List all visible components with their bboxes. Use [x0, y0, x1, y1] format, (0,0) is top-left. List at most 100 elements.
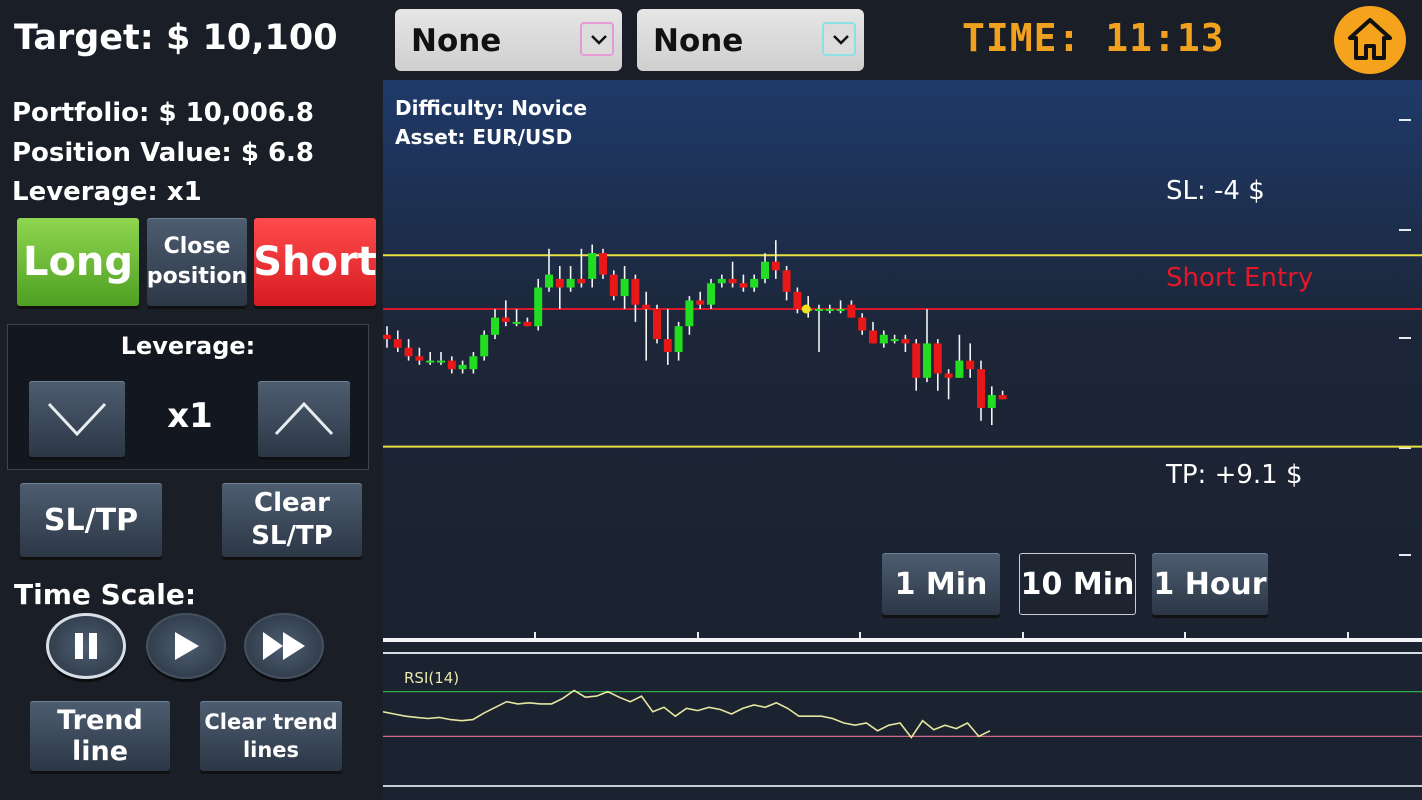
- candle-body: [491, 317, 499, 335]
- timeframe-10min-button[interactable]: 10 Min: [1019, 553, 1136, 615]
- candle-body: [620, 278, 629, 297]
- candle-body: [707, 283, 715, 305]
- dropdown-1-value: None: [411, 23, 502, 59]
- candle-body: [782, 270, 791, 292]
- candle-body: [642, 304, 651, 309]
- candle-body: [555, 278, 564, 288]
- candle-body: [599, 253, 607, 275]
- stop-loss-label: SL: -4 $: [1166, 176, 1265, 206]
- candle-body: [955, 360, 964, 378]
- candle-body: [566, 278, 575, 288]
- candle-body: [847, 304, 856, 318]
- play-button[interactable]: [146, 613, 226, 679]
- leverage-increase-button[interactable]: [258, 381, 350, 457]
- candle-body: [890, 339, 899, 342]
- time-scale-label: Time Scale:: [14, 578, 197, 611]
- chevron-down-icon[interactable]: [822, 22, 856, 56]
- clear-trend-label-1: Clear trend: [204, 710, 338, 734]
- portfolio-value: Portfolio: $ 10,006.8: [12, 98, 314, 128]
- close-position-button[interactable]: Close position: [147, 218, 247, 306]
- target-label: Target: $ 10,100: [14, 18, 338, 58]
- candle-body: [631, 278, 640, 305]
- home-button[interactable]: [1334, 6, 1406, 74]
- home-icon: [1348, 18, 1392, 60]
- candle-body: [944, 373, 953, 378]
- fast-forward-button[interactable]: [244, 613, 324, 679]
- long-button[interactable]: Long: [17, 218, 139, 306]
- chart-canvas: [383, 80, 1422, 800]
- fast-forward-icon: [263, 632, 305, 660]
- chevron-down-icon[interactable]: [580, 22, 614, 56]
- close-label-1: Close: [163, 234, 231, 259]
- divider-gap: [383, 642, 1422, 652]
- candle-body: [998, 395, 1007, 400]
- candle-body: [912, 343, 921, 378]
- timeframe-1min-button[interactable]: 1 Min: [882, 553, 1000, 615]
- candle-body: [577, 278, 586, 284]
- price-chart[interactable]: [383, 80, 1422, 800]
- candle-body: [458, 364, 467, 370]
- rsi-top-border: [383, 652, 1422, 654]
- candle-body: [977, 369, 985, 408]
- candle-body: [512, 321, 521, 324]
- candle-body: [447, 360, 456, 370]
- candle-body: [674, 326, 683, 352]
- candle-body: [480, 334, 489, 357]
- clear-sltp-label-1: Clear: [254, 488, 330, 518]
- clear-trend-label-2: lines: [242, 738, 300, 762]
- chevron-down-icon: [47, 402, 107, 436]
- indicator-dropdown-1[interactable]: None: [395, 9, 622, 71]
- candle-body: [901, 339, 910, 344]
- candle-body: [545, 274, 553, 288]
- candle-body: [426, 360, 435, 363]
- dropdown-2-value: None: [653, 23, 744, 59]
- difficulty-label: Difficulty: Novice: [395, 96, 588, 120]
- clear-trend-lines-button[interactable]: Clear trend lines: [200, 701, 342, 771]
- short-entry-label: Short Entry: [1166, 263, 1314, 293]
- candle-body: [653, 309, 661, 340]
- candle-body: [437, 360, 445, 363]
- position-value: Position Value: $ 6.8: [12, 138, 315, 168]
- candle-body: [523, 321, 532, 327]
- take-profit-label: TP: +9.1 $: [1166, 460, 1303, 490]
- candle-body: [858, 317, 867, 331]
- candle-body: [404, 347, 413, 357]
- pause-icon: [75, 633, 97, 659]
- candle-body: [739, 283, 748, 288]
- candle-body: [415, 356, 424, 361]
- pause-button[interactable]: [46, 613, 126, 679]
- entry-marker: [801, 304, 811, 314]
- candle-body: [383, 334, 391, 340]
- clear-sl-tp-button[interactable]: Clear SL/TP: [222, 483, 362, 557]
- candle-body: [588, 253, 597, 279]
- candle-body: [966, 360, 975, 370]
- candle-body: [393, 339, 402, 348]
- candle-body: [685, 300, 694, 327]
- candle-body: [663, 339, 672, 352]
- candle-body: [793, 291, 802, 309]
- candle-body: [609, 274, 618, 297]
- leverage-value: x1: [167, 396, 213, 436]
- candle-body: [761, 261, 769, 279]
- candle-body: [987, 395, 996, 408]
- candle-body: [750, 278, 759, 288]
- trend-line-button[interactable]: Trend line: [30, 701, 170, 771]
- candle-body: [879, 334, 888, 344]
- short-button[interactable]: Short: [253, 218, 377, 306]
- chart-divider: [383, 638, 1422, 642]
- leverage-decrease-button[interactable]: [29, 381, 125, 457]
- sl-tp-button[interactable]: SL/TP: [20, 483, 162, 557]
- close-label-2: position: [146, 264, 248, 289]
- leverage-title: Leverage:: [120, 332, 256, 360]
- leverage-status: Leverage: x1: [12, 177, 202, 207]
- indicator-dropdown-2[interactable]: None: [637, 9, 864, 71]
- play-icon: [175, 632, 199, 660]
- candle-body: [534, 287, 543, 327]
- candle-body: [815, 309, 823, 311]
- candle-body: [696, 300, 705, 305]
- timeframe-1hour-button[interactable]: 1 Hour: [1152, 553, 1268, 615]
- chevron-up-icon: [274, 402, 334, 436]
- candle-body: [501, 317, 510, 322]
- rsi-bottom-border: [383, 785, 1422, 787]
- candle-body: [933, 343, 942, 374]
